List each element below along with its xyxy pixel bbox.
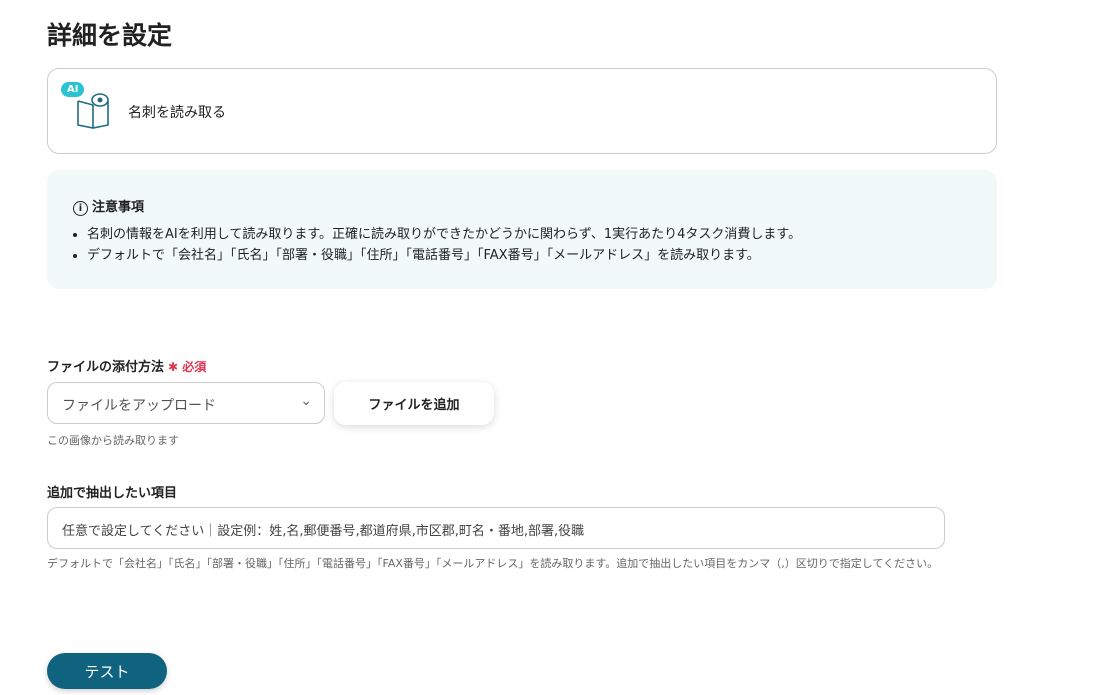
page-title: 詳細を設定 [47,21,173,50]
notice-box: i注意事項 名刺の情報をAIを利用して読み取ります。正確に読み取りができたかどう… [47,170,997,289]
action-card[interactable]: AI 名刺を読み取る [47,68,997,154]
chevron-down-icon: ⌄ [300,393,312,409]
info-icon: i [73,201,88,216]
book-eye-icon [77,93,109,129]
notice-title: i 注意事項 [73,196,144,216]
extra-fields-input[interactable]: 任意で設定してください｜設定例：姓,名,郵便番号,都道府県,市区郡,町名・番地,… [47,507,945,549]
test-button[interactable]: テスト [47,653,167,689]
required-badge: ✱ 必須 [168,360,207,374]
extra-label: 追加で抽出したい項目 [47,486,178,501]
extra-hint: デフォルトで「会社名」「氏名」「部署・役職」「住所」「電話番号」「FAX番号」「… [47,557,939,570]
file-method-select[interactable]: ファイルをアップロード ⌄ [47,382,325,424]
notice-item: デフォルトで「会社名」「氏名」「部署・役職」「住所」「電話番号」「FAX番号」「… [87,245,801,266]
file-hint: この画像から読み取ります [47,434,179,447]
file-label: ファイルの添付方法 [47,360,165,375]
notice-item: 名刺の情報をAIを利用して読み取ります。正確に読み取りができたかどうかに関わらず… [87,224,801,245]
add-file-button[interactable]: ファイルを追加 [334,382,494,425]
action-label: 名刺を読み取る [128,105,226,121]
